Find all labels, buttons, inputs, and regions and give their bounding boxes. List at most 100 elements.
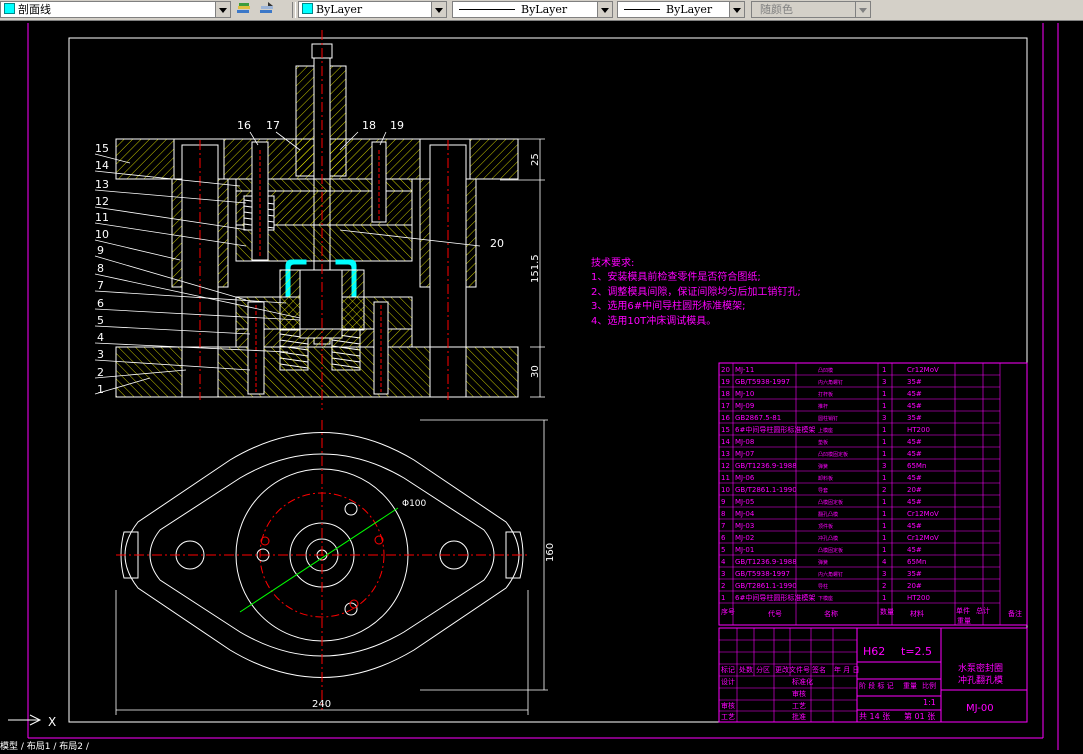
drawing-canvas[interactable]: 1 2 3 4 5 6 7 8 9 10 11 12 13 14 15 16 1… (0, 20, 1083, 752)
bom-cell: MJ-08 (735, 438, 754, 446)
tb-name: 水泵密封圈 (958, 662, 1003, 674)
bom-cell: 45# (907, 522, 922, 530)
bom-cell: GB/T1236.9-1988 (735, 558, 797, 566)
bom-cell: 8 (721, 510, 725, 518)
bom-cell: 16 (721, 414, 730, 422)
bom-cell: 6#中间导柱圆形标准模架 (735, 593, 815, 602)
bom-cell: 6 (721, 534, 726, 542)
bom-cell: 3 (882, 378, 886, 386)
linetype-preview (459, 9, 515, 10)
bom-cell: MJ-01 (735, 546, 754, 554)
bom-header-cell: 序号 (721, 607, 735, 616)
bom-cell: 45# (907, 438, 922, 446)
bom-cell: 35# (907, 378, 922, 386)
bom-cell: Cr12MoV (907, 366, 939, 374)
bom-cell: 1 (882, 510, 886, 518)
chevron-down-icon[interactable] (215, 2, 230, 17)
toolbar-separator (292, 2, 296, 18)
bom-cell: MJ-10 (735, 390, 754, 398)
chevron-down-icon[interactable] (597, 2, 612, 17)
title-block: 标记 处数 分区 更改文件号 签名 年 月 日 设计 标准化 审核 审核 工艺 … (718, 627, 1028, 723)
bom-cell: 19 (721, 378, 730, 386)
layer-previous-icon[interactable] (258, 1, 276, 18)
bom-cell: 卸料板 (818, 475, 833, 482)
bom-cell: 35# (907, 414, 922, 422)
bom-cell: 1 (882, 390, 886, 398)
bom-cell: 打杆板 (818, 391, 833, 398)
bom-cell: HT200 (907, 594, 930, 602)
bom-cell: 顶件板 (818, 523, 833, 530)
bom-cell: 1 (882, 474, 886, 482)
layer-color-swatch (4, 3, 15, 14)
axis-x-label: X (48, 715, 56, 729)
dimension-text: 160 (545, 543, 556, 562)
layer-dropdown[interactable]: 剖面线 (0, 1, 231, 18)
section-view[interactable] (115, 30, 519, 410)
plotstyle-dropdown: 随颜色 (751, 1, 871, 18)
part-label: 20 (490, 237, 504, 250)
bom-cell: MJ-04 (735, 510, 755, 518)
bom-cell: MJ-05 (735, 498, 754, 506)
bom-cell: 13 (721, 450, 730, 458)
bom-header-cell: 单件 (956, 606, 970, 615)
chevron-down-icon[interactable] (729, 2, 744, 17)
bom-cell: 5 (721, 546, 725, 554)
tech-item: 3、选用6#中间导柱圆形标准模架; (591, 299, 745, 312)
bom-cell: MJ-06 (735, 474, 755, 482)
part-label: 12 (95, 195, 109, 208)
bom-cell: 弹簧 (818, 463, 828, 470)
tb-label: 年 月 日 (834, 665, 859, 674)
layout-tabs[interactable]: 模型 / 布局1 / 布局2 / (0, 740, 90, 752)
bom-cell: 弹簧 (818, 559, 828, 566)
bom-cell: 15 (721, 426, 730, 434)
bom-cell: 3 (721, 570, 725, 578)
tb-label: 工艺 (721, 713, 735, 721)
bom-cell: 导柱 (818, 583, 828, 590)
layer-states-icon[interactable] (235, 1, 253, 18)
bom-cell: MJ-09 (735, 402, 754, 410)
bom-cell: 圆柱销钉 (818, 415, 838, 422)
dimension-text: Φ100 (402, 499, 427, 509)
tech-item: 1、安装模具前检查零件是否符合图纸; (591, 270, 761, 283)
tb-label: 批准 (792, 712, 806, 721)
part-label: 16 (237, 119, 251, 132)
part-label: 3 (97, 348, 104, 361)
linetype-dropdown[interactable]: ByLayer (452, 1, 613, 18)
bom-cell: 3 (882, 414, 886, 422)
bom-cell: GB2867.5-81 (735, 414, 781, 422)
lineweight-dropdown[interactable]: ByLayer (617, 1, 745, 18)
plan-view[interactable]: 240 160 Φ100 (115, 419, 556, 715)
bom-cell: GB/T1236.9-1988 (735, 462, 797, 470)
bom-cell: 35# (907, 570, 922, 578)
bom-table: 20 MJ-11 凸凹模 1 Cr12MoV19 GB/T5938-1997 内六角螺钉 3 3… (718, 362, 1028, 626)
bom-cell: 1 (882, 366, 886, 374)
plotstyle-value: 随颜色 (760, 3, 793, 16)
chevron-down-icon[interactable] (431, 2, 446, 17)
bom-cell: 1 (882, 522, 886, 530)
tech-item: 2、调整模具间隙，保证间隙均匀后加工销钉孔; (591, 285, 801, 298)
part-label: 1 (97, 383, 104, 396)
bom-cell: 3 (882, 462, 886, 470)
bom-cell: 1 (882, 546, 886, 554)
bom-cell: 12 (721, 462, 730, 470)
color-dropdown[interactable]: ByLayer (298, 1, 447, 18)
bom-cell: 20 (721, 366, 730, 374)
part-label: 6 (97, 297, 104, 310)
tb-label: 比例 (922, 681, 936, 690)
bom-cell: 45# (907, 390, 922, 398)
part-label: 19 (390, 119, 404, 132)
tb-label: 阶 段 标 记 (859, 681, 894, 690)
bom-cell: 内六角螺钉 (818, 379, 843, 386)
bom-header-cell: 数量 (880, 607, 894, 616)
bom-cell: Cr12MoV (907, 510, 939, 518)
color-swatch (302, 3, 313, 14)
part-label: 17 (266, 119, 280, 132)
part-label: 8 (97, 262, 104, 275)
part-label: 9 (97, 244, 104, 257)
technical-requirements: 技术要求: 1、安装模具前检查零件是否符合图纸; 2、调整模具间隙，保证间隙均匀… (591, 256, 801, 327)
part-label: 4 (97, 331, 104, 344)
bom-header-cell: 代号 (768, 609, 782, 618)
bom-cell: 2 (721, 582, 725, 590)
bom-cell: MJ-11 (735, 366, 754, 374)
bom-cell: 45# (907, 498, 922, 506)
